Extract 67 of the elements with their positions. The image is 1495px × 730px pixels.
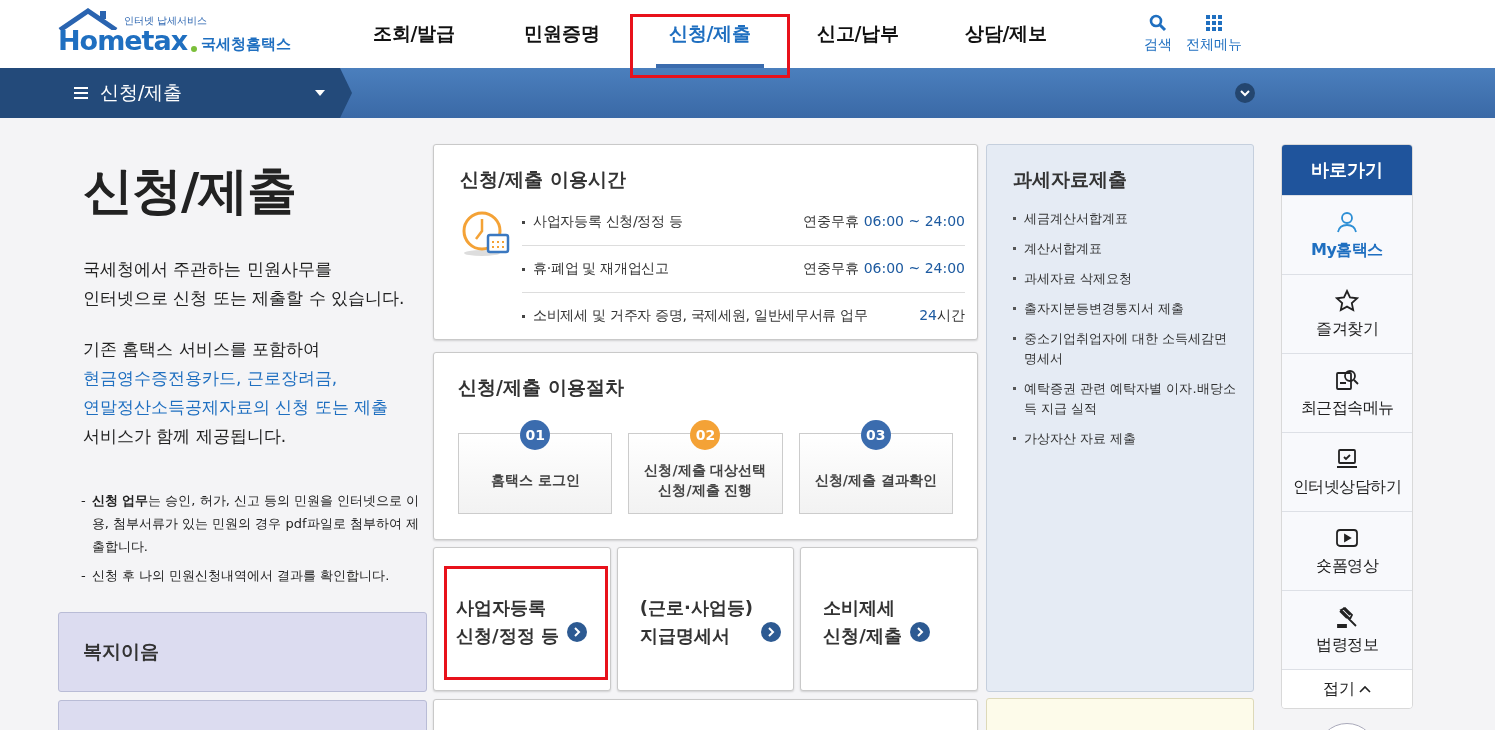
step-label: 신청/제출 대상선택 신청/제출 진행 (644, 460, 767, 500)
logo-wordmark: Hometax (58, 26, 188, 54)
collapse-button[interactable]: 접기 (1282, 669, 1412, 708)
tax-data-link[interactable]: 과세자료 삭제요청 (1024, 269, 1133, 289)
shortcut-card[interactable]: 소비제세 신청/제출 (800, 547, 978, 691)
document-search-icon (1335, 367, 1359, 392)
search-button[interactable]: 검색 (1144, 14, 1172, 54)
service-hours: 연중무휴 06:00 ~ 24:00 (803, 213, 965, 231)
list-dash: - (81, 492, 86, 510)
step-number: 01 (520, 420, 551, 450)
tax-data-link[interactable]: 가상자산 자료 제출 (1024, 429, 1137, 449)
tax-data-link[interactable]: 중소기업취업자에 대한 소득세감면명세서 (1024, 329, 1239, 369)
gavel-icon (1335, 604, 1359, 629)
house-roof-icon (58, 8, 120, 30)
services-text: 기존 홈택스 서비스를 포함하여 현금영수증전용카드, 근로장려금, 연말정산소득공제자료의 신청 또는 제출 서비스가 함께 제공됩니다. (83, 338, 390, 448)
quick-link[interactable]: 즐겨찾기 (1282, 274, 1412, 353)
grid-menu-icon (1205, 14, 1223, 32)
section-menu[interactable]: 신청/제출 (0, 68, 340, 118)
nav-tab[interactable]: 신고/납부 (784, 0, 932, 68)
nav-tab[interactable]: 상담/제보 (932, 0, 1080, 68)
star-icon (1335, 288, 1359, 313)
menu-icon (74, 87, 88, 99)
expand-button[interactable] (1235, 83, 1255, 103)
chevron-right-icon (566, 622, 587, 642)
chevron-right-icon (760, 622, 781, 642)
step-number: 02 (690, 420, 721, 450)
caret-down-icon (314, 89, 326, 97)
quick-links-title: 바로가기 (1282, 145, 1412, 195)
tax-data-link[interactable]: 출자지분등변경통지서 제출 (1024, 299, 1185, 319)
service-hours: 연중무휴 06:00 ~ 24:00 (803, 260, 965, 278)
shortcut-card[interactable]: (근로·사업등) 지급명세서 (616, 547, 795, 691)
intro-text: 국세청에서 주관하는 민원사무를 인터넷으로 신청 또는 제출할 수 있습니다. (83, 258, 406, 310)
caret-up-icon (1359, 685, 1371, 693)
note-text: 신청 후 나의 민원신청내역에서 결과를 확인합니다. (91, 567, 390, 585)
nav-tab[interactable]: 민원증명 (488, 0, 636, 68)
page-title: 신청/제출 (83, 161, 298, 222)
service-card[interactable]: 복지이음 (58, 612, 427, 692)
nav-tab[interactable]: 신청/제출 (636, 0, 784, 68)
step-number: 03 (860, 420, 891, 450)
all-menu-button[interactable]: 전체메뉴 (1186, 14, 1242, 54)
service-name: 사업자등록 신청/정정 등 (533, 213, 684, 231)
quick-link[interactable]: 최근접속메뉴 (1282, 353, 1412, 432)
list-dash: - (81, 567, 86, 585)
service-name: 휴·폐업 및 재개업신고 (533, 260, 670, 278)
tax-data-link[interactable]: 계산서합계표 (1024, 239, 1102, 259)
user-icon (1335, 209, 1359, 234)
note-text: 신청 업무는 승인, 허가, 신고 등의 민원을 인터넷으로 이용, 첨부서류가 있는 민원의 경우 pdf파일로 첨부하여 제출합니다. (91, 492, 421, 556)
nav-tab[interactable]: 조회/발급 (340, 0, 488, 68)
tax-data-link[interactable]: 예탁증권 관련 예탁자별 이자.배당소득 지급 실적 (1024, 379, 1239, 419)
menu-arrow-tip (340, 68, 352, 118)
quick-link[interactable]: 숏폼영상 (1282, 511, 1412, 590)
panel-title: 과세자료제출 (1013, 167, 1128, 192)
logo-dot-icon (191, 45, 198, 52)
card-title: 신청/제출 이용시간 (460, 167, 627, 192)
shortcut-card[interactable]: 사업자등록 신청/정정 등 (433, 547, 611, 691)
card-title: 신청/제출 이용절차 (458, 375, 625, 400)
chevron-right-icon (909, 622, 930, 642)
quick-link[interactable]: My홈택스 (1282, 195, 1412, 274)
service-hours: 24시간 (919, 307, 965, 325)
tax-data-link[interactable]: 세금계산서합계표 (1024, 209, 1128, 229)
search-icon (1149, 14, 1167, 32)
step-label: 신청/제출 결과확인 (814, 470, 937, 490)
step-label: 홈택스 로그인 (490, 470, 580, 490)
logo-name: 국세청홈택스 (201, 36, 292, 54)
service-name: 소비제세 및 거주자 증명, 국제세원, 일반세무서류 업무 (533, 307, 869, 325)
laptop-icon (1335, 446, 1359, 471)
quick-link[interactable]: 인터넷상담하기 (1282, 432, 1412, 511)
